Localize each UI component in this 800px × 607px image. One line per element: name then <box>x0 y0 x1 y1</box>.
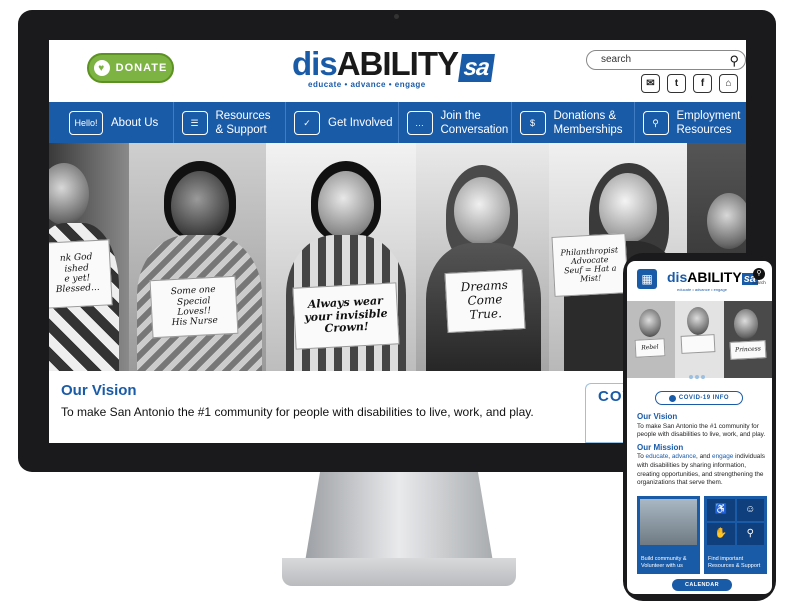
mission-link-advance[interactable]: advance <box>672 453 696 460</box>
resources-card[interactable]: ♿ ☺ ✋ ⚲ Find important Resources & Suppo… <box>704 496 767 574</box>
hero-photo: Rebel <box>627 301 676 378</box>
document-icon: ☰ <box>181 110 208 135</box>
mobile-screen: ▦ disABILITY sa educate • advance • engag… <box>627 261 772 594</box>
heart-icon: ♥ <box>93 60 110 76</box>
hello-bubble-icon: Hello! <box>69 110 103 135</box>
card-caption: Build community & Volunteer with us <box>641 556 687 569</box>
calendar-button[interactable]: CALENDAR <box>672 579 732 591</box>
hero-photo: Always wear your invisible Crown! <box>266 143 416 371</box>
covid-info-label: COVID-19 INFO <box>678 395 730 401</box>
donation-hand-icon: $ <box>519 110 546 135</box>
hero-sign: Philanthropist Advocate Seuf = Hat a Mis… <box>551 233 629 297</box>
hero-photo: nk God ished e yet! Blessed... <box>49 143 129 371</box>
mobile-logo-tagline: educate • advance • engage <box>677 287 727 292</box>
wheelchair-icon: ♿ <box>707 499 735 521</box>
search-input[interactable]: search ⚲ <box>586 50 746 70</box>
nav-item-employment-resources[interactable]: ⚲ Employment Resources <box>635 102 747 143</box>
mobile-search-label: search <box>752 280 766 285</box>
volunteer-photo <box>640 499 697 545</box>
menu-grid-icon[interactable]: ▦ <box>637 269 657 289</box>
person-icon: ☺ <box>736 499 764 521</box>
sign-language-icon: ✋ <box>707 523 735 545</box>
nav-item-join-conversation[interactable]: … Join the Conversation <box>399 102 512 143</box>
nav-label: Donations & Memberships <box>553 109 623 136</box>
nav-item-resources-support[interactable]: ☰ Resources & Support <box>174 102 286 143</box>
hero-sign: Princess <box>729 340 767 360</box>
mission-link-educate[interactable]: educate <box>646 453 669 460</box>
logo-prefix: dis <box>667 269 688 285</box>
accessibility-icons: ♿ ☺ ✋ ⚲ <box>707 499 764 545</box>
covid-info-button[interactable]: COVID-19 INFO <box>655 391 743 405</box>
logo-suffix: sa <box>458 54 495 82</box>
mobile-cards: Build community & Volunteer with us ♿ ☺ … <box>637 496 767 574</box>
hero-sign: Always wear your invisible Crown! <box>292 282 400 350</box>
clipboard-icon: ✓ <box>294 110 320 135</box>
info-dot-icon <box>668 394 676 402</box>
hero-photo: Dreams Come True. <box>416 143 549 371</box>
main-nav: Hello! About Us ☰ Resources & Support ✓ … <box>49 102 746 143</box>
hero-sign: Some one Special Loves!! His Nurse <box>149 275 239 339</box>
monitor-stand-base <box>282 558 516 586</box>
mobile-text-section: Our Vision To make San Antonio the #1 co… <box>637 409 767 488</box>
nav-item-about-us[interactable]: Hello! About Us <box>49 102 174 143</box>
nav-label: About Us <box>111 116 159 129</box>
nav-item-donations-memberships[interactable]: $ Donations & Memberships <box>512 102 635 143</box>
search-placeholder: search <box>601 54 632 65</box>
mobile-phone: ▦ disABILITY sa educate • advance • engag… <box>623 253 776 601</box>
nav-label: Get Involved <box>328 116 393 129</box>
calendar-label: CALENDAR <box>684 582 720 588</box>
mission-text-part: , and <box>696 453 713 461</box>
mobile-mission-title: Our Mission <box>637 442 684 452</box>
nav-label: Resources & Support <box>215 109 271 136</box>
monitor-stand-neck <box>305 472 493 562</box>
donate-button[interactable]: ♥ DONATE <box>87 53 174 83</box>
mobile-mission-text: To educate, advance, and engage individu… <box>637 453 767 487</box>
nav-label: Employment Resources <box>676 109 741 136</box>
mobile-search-button[interactable]: ⚲ search <box>751 268 767 290</box>
twitter-icon[interactable]: t <box>667 74 686 93</box>
vision-text: To make San Antonio the #1 community for… <box>61 405 534 419</box>
facebook-icon[interactable]: f <box>693 74 712 93</box>
hero-photo: Some one Special Loves!! His Nurse <box>129 143 266 371</box>
donate-label: DONATE <box>115 62 168 74</box>
logo-prefix: dis <box>292 45 338 82</box>
hero-photo: Princess <box>723 301 772 378</box>
hero-photo <box>675 301 724 378</box>
logo-main: ABILITY <box>336 45 459 82</box>
email-icon[interactable]: ✉ <box>641 74 660 93</box>
logo-main: ABILITY <box>687 269 742 285</box>
hero-sign: nk God ished e yet! Blessed... <box>49 239 113 309</box>
hero-sign <box>680 334 716 354</box>
mobile-header: ▦ disABILITY sa educate • advance • engag… <box>627 261 772 301</box>
hero-sign: Rebel <box>634 338 666 358</box>
chat-icon: … <box>406 110 433 135</box>
search-icon[interactable]: ⚲ <box>729 52 739 70</box>
card-caption: Find important Resources & Support <box>708 556 761 569</box>
nav-label: Join the Conversation <box>440 109 509 136</box>
site-header: ♥ DONATE disABILITY sa educate • advance … <box>49 40 746 102</box>
mission-text-part: To <box>637 453 646 461</box>
mobile-vision-text: To make San Antonio the #1 community for… <box>637 422 766 439</box>
nav-item-get-involved[interactable]: ✓ Get Involved <box>286 102 399 143</box>
camera-dot <box>394 14 399 19</box>
volunteer-card[interactable]: Build community & Volunteer with us <box>637 496 700 574</box>
search-icon: ⚲ <box>753 268 765 280</box>
mobile-vision-title: Our Vision <box>637 412 678 421</box>
social-links: ✉ t f ⌂ <box>641 74 738 93</box>
mobile-hero: Rebel Princess <box>627 301 772 378</box>
cane-icon: ⚲ <box>736 523 764 545</box>
mission-link-engage[interactable]: engage <box>712 453 733 460</box>
vision-title: Our Vision <box>61 382 137 399</box>
site-logo[interactable]: disABILITY sa educate • advance • engage <box>292 45 495 98</box>
hero-sign: Dreams Come True. <box>444 269 526 333</box>
job-search-icon: ⚲ <box>642 110 669 135</box>
carousel-dots[interactable] <box>689 375 705 379</box>
mobile-logo[interactable]: disABILITY sa <box>667 269 758 285</box>
home-icon[interactable]: ⌂ <box>719 74 738 93</box>
